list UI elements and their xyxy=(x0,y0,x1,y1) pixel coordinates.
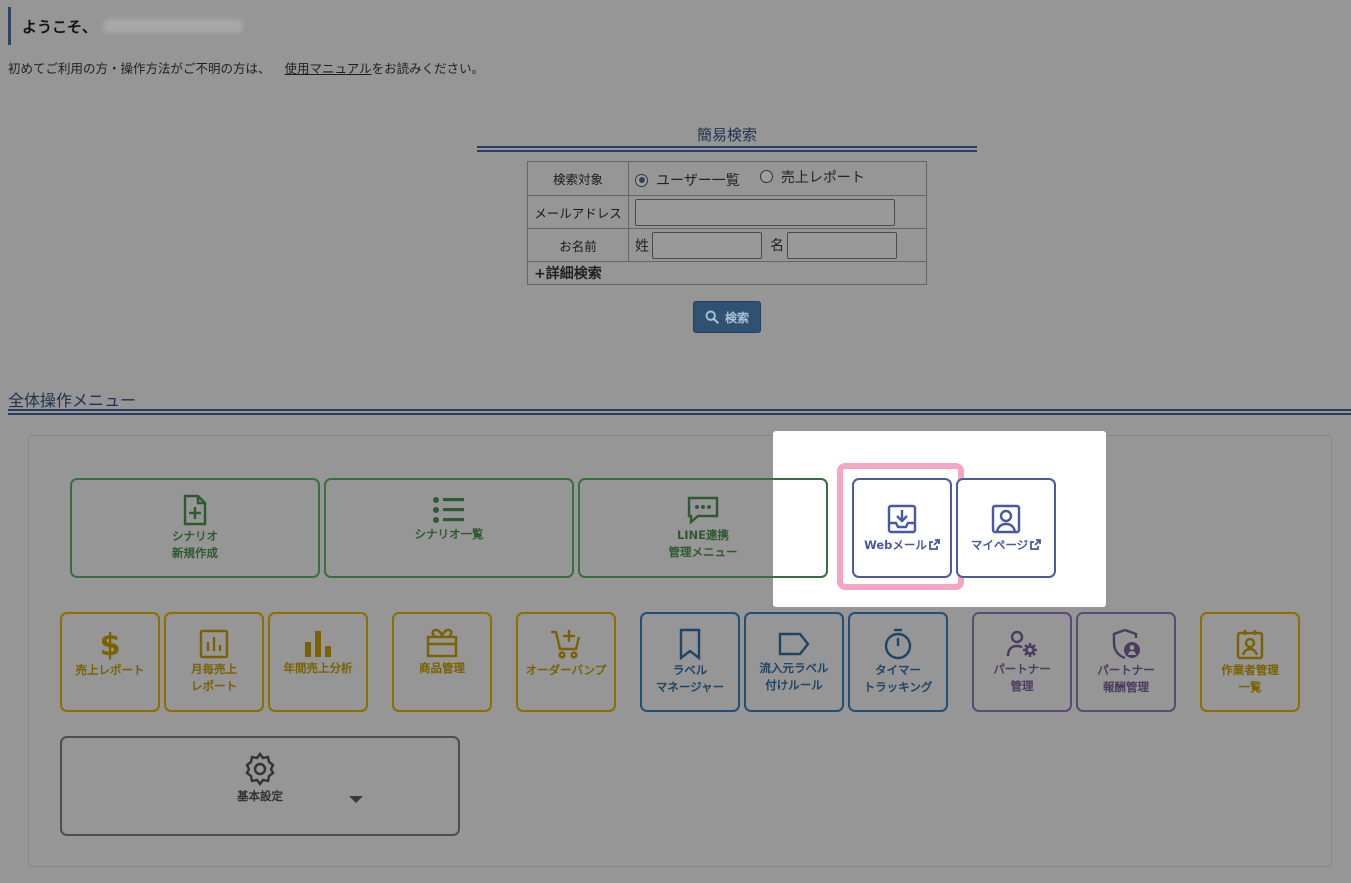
radio-sales-report[interactable]: 売上レポート xyxy=(759,167,865,187)
intro-before: 初めてご利用の方・操作方法がご不明の方は、 xyxy=(8,61,271,76)
radio-unselected-icon[interactable] xyxy=(759,170,773,184)
tile-label: LINE連携 管理メニュー xyxy=(668,528,738,559)
id-badge-icon xyxy=(1236,630,1264,660)
dollar-icon: $ xyxy=(100,628,121,660)
external-link-icon xyxy=(1030,538,1042,552)
highlight-frame xyxy=(837,463,964,590)
tile-label: タイマー トラッキング xyxy=(863,663,933,694)
tile-source-label-rule[interactable]: 流入元ラベル 付けルール xyxy=(744,612,844,712)
tile-worker-list[interactable]: 作業者管理 一覧 xyxy=(1200,612,1300,712)
stopwatch-icon xyxy=(884,628,912,660)
bar-chart-icon xyxy=(305,631,331,657)
svg-text:$: $ xyxy=(100,628,121,660)
tile-label: オーダーバンプ xyxy=(525,663,607,677)
welcome-heading: ようこそ、 xyxy=(8,7,244,45)
tile-label: パートナー 管理 xyxy=(993,662,1051,693)
menu-title-divider xyxy=(8,409,1351,415)
tile-annual-analysis[interactable]: 年間売上分析 xyxy=(268,612,368,712)
tile-partner-reward[interactable]: パートナー 報酬管理 xyxy=(1076,612,1176,712)
tile-label: 商品管理 xyxy=(419,661,465,675)
tile-scenario-create[interactable]: シナリオ 新規作成 xyxy=(70,478,320,578)
person-card-icon xyxy=(991,504,1021,533)
search-title-divider xyxy=(477,146,977,152)
search-form: 検索対象 ユーザー一覧 売上レポート メールアドレス お名前 姓 名 +詳細検索 xyxy=(527,161,927,285)
manual-link[interactable]: 使用マニュアル xyxy=(285,61,372,76)
shield-person-icon xyxy=(1112,628,1140,660)
radio-selected-icon[interactable] xyxy=(635,173,648,187)
tile-label: 月毎売上 レポート xyxy=(191,662,237,693)
search-title: 簡易検索 xyxy=(696,126,757,144)
tile-label: 年間売上分析 xyxy=(283,661,353,675)
tile-monthly-sales[interactable]: 月毎売上 レポート xyxy=(164,612,264,712)
tile-label: シナリオ 新規作成 xyxy=(172,529,218,560)
tile-order-bump[interactable]: オーダーバンプ xyxy=(516,612,616,712)
tile-sales-report[interactable]: $ 売上レポート xyxy=(60,612,160,712)
tag-icon xyxy=(778,632,810,656)
radio-user-list[interactable]: ユーザー一覧 xyxy=(635,170,740,190)
tile-line-menu[interactable]: LINE連携 管理メニュー xyxy=(578,478,828,578)
welcome-text: ようこそ、 xyxy=(22,17,98,36)
name-label: お名前 xyxy=(527,228,629,262)
intro-after: をお読みください。 xyxy=(371,61,485,76)
search-icon xyxy=(705,310,719,324)
tile-label: パートナー 報酬管理 xyxy=(1097,663,1155,694)
list-icon xyxy=(433,497,464,523)
last-name-field[interactable] xyxy=(652,231,762,259)
chevron-down-icon[interactable] xyxy=(349,796,363,803)
tile-label: 作業者管理 一覧 xyxy=(1221,663,1279,694)
gear-icon xyxy=(245,752,275,786)
bar-chart-box-icon xyxy=(199,629,229,659)
tile-product-management[interactable]: 商品管理 xyxy=(392,612,492,712)
tile-scenario-list[interactable]: シナリオ一覧 xyxy=(324,478,574,578)
bookmark-icon xyxy=(679,628,701,660)
tile-label: 基本設定 xyxy=(237,789,283,803)
tile-label: ラベル マネージャー xyxy=(655,663,725,694)
search-button[interactable]: 検索 xyxy=(693,301,761,333)
tile-basic-settings[interactable]: 基本設定 xyxy=(60,736,460,836)
detail-search-toggle[interactable]: +詳細検索 xyxy=(527,261,927,285)
chat-dots-icon xyxy=(687,496,719,525)
blurred-username xyxy=(103,19,244,33)
tile-partner-management[interactable]: パートナー 管理 xyxy=(972,612,1072,712)
email-field[interactable] xyxy=(635,198,895,226)
last-name-label: 姓 xyxy=(635,238,649,254)
tile-mypage[interactable]: マイページ xyxy=(956,478,1056,578)
tile-label: マイページ xyxy=(970,537,1029,552)
tile-label: 売上レポート xyxy=(75,663,145,677)
menu-title: 全体操作メニュー xyxy=(8,391,137,410)
intro-text: 初めてご利用の方・操作方法がご不明の方は、 使用マニュアルをお読みください。 xyxy=(8,58,484,77)
tile-timer-tracking[interactable]: タイマー トラッキング xyxy=(848,612,948,712)
file-plus-icon xyxy=(183,494,207,526)
email-label: メールアドレス xyxy=(527,195,629,229)
first-name-label: 名 xyxy=(770,238,785,254)
tile-label: シナリオ一覧 xyxy=(414,527,484,541)
person-gear-icon xyxy=(1006,630,1037,657)
gift-icon xyxy=(426,628,458,658)
cart-plus-icon xyxy=(551,630,581,659)
tile-label-manager[interactable]: ラベル マネージャー xyxy=(640,612,740,712)
first-name-field[interactable] xyxy=(787,231,898,259)
tile-label: 流入元ラベル 付けルール xyxy=(759,661,829,692)
target-label: 検索対象 xyxy=(527,161,629,196)
search-button-label: 検索 xyxy=(724,310,749,325)
